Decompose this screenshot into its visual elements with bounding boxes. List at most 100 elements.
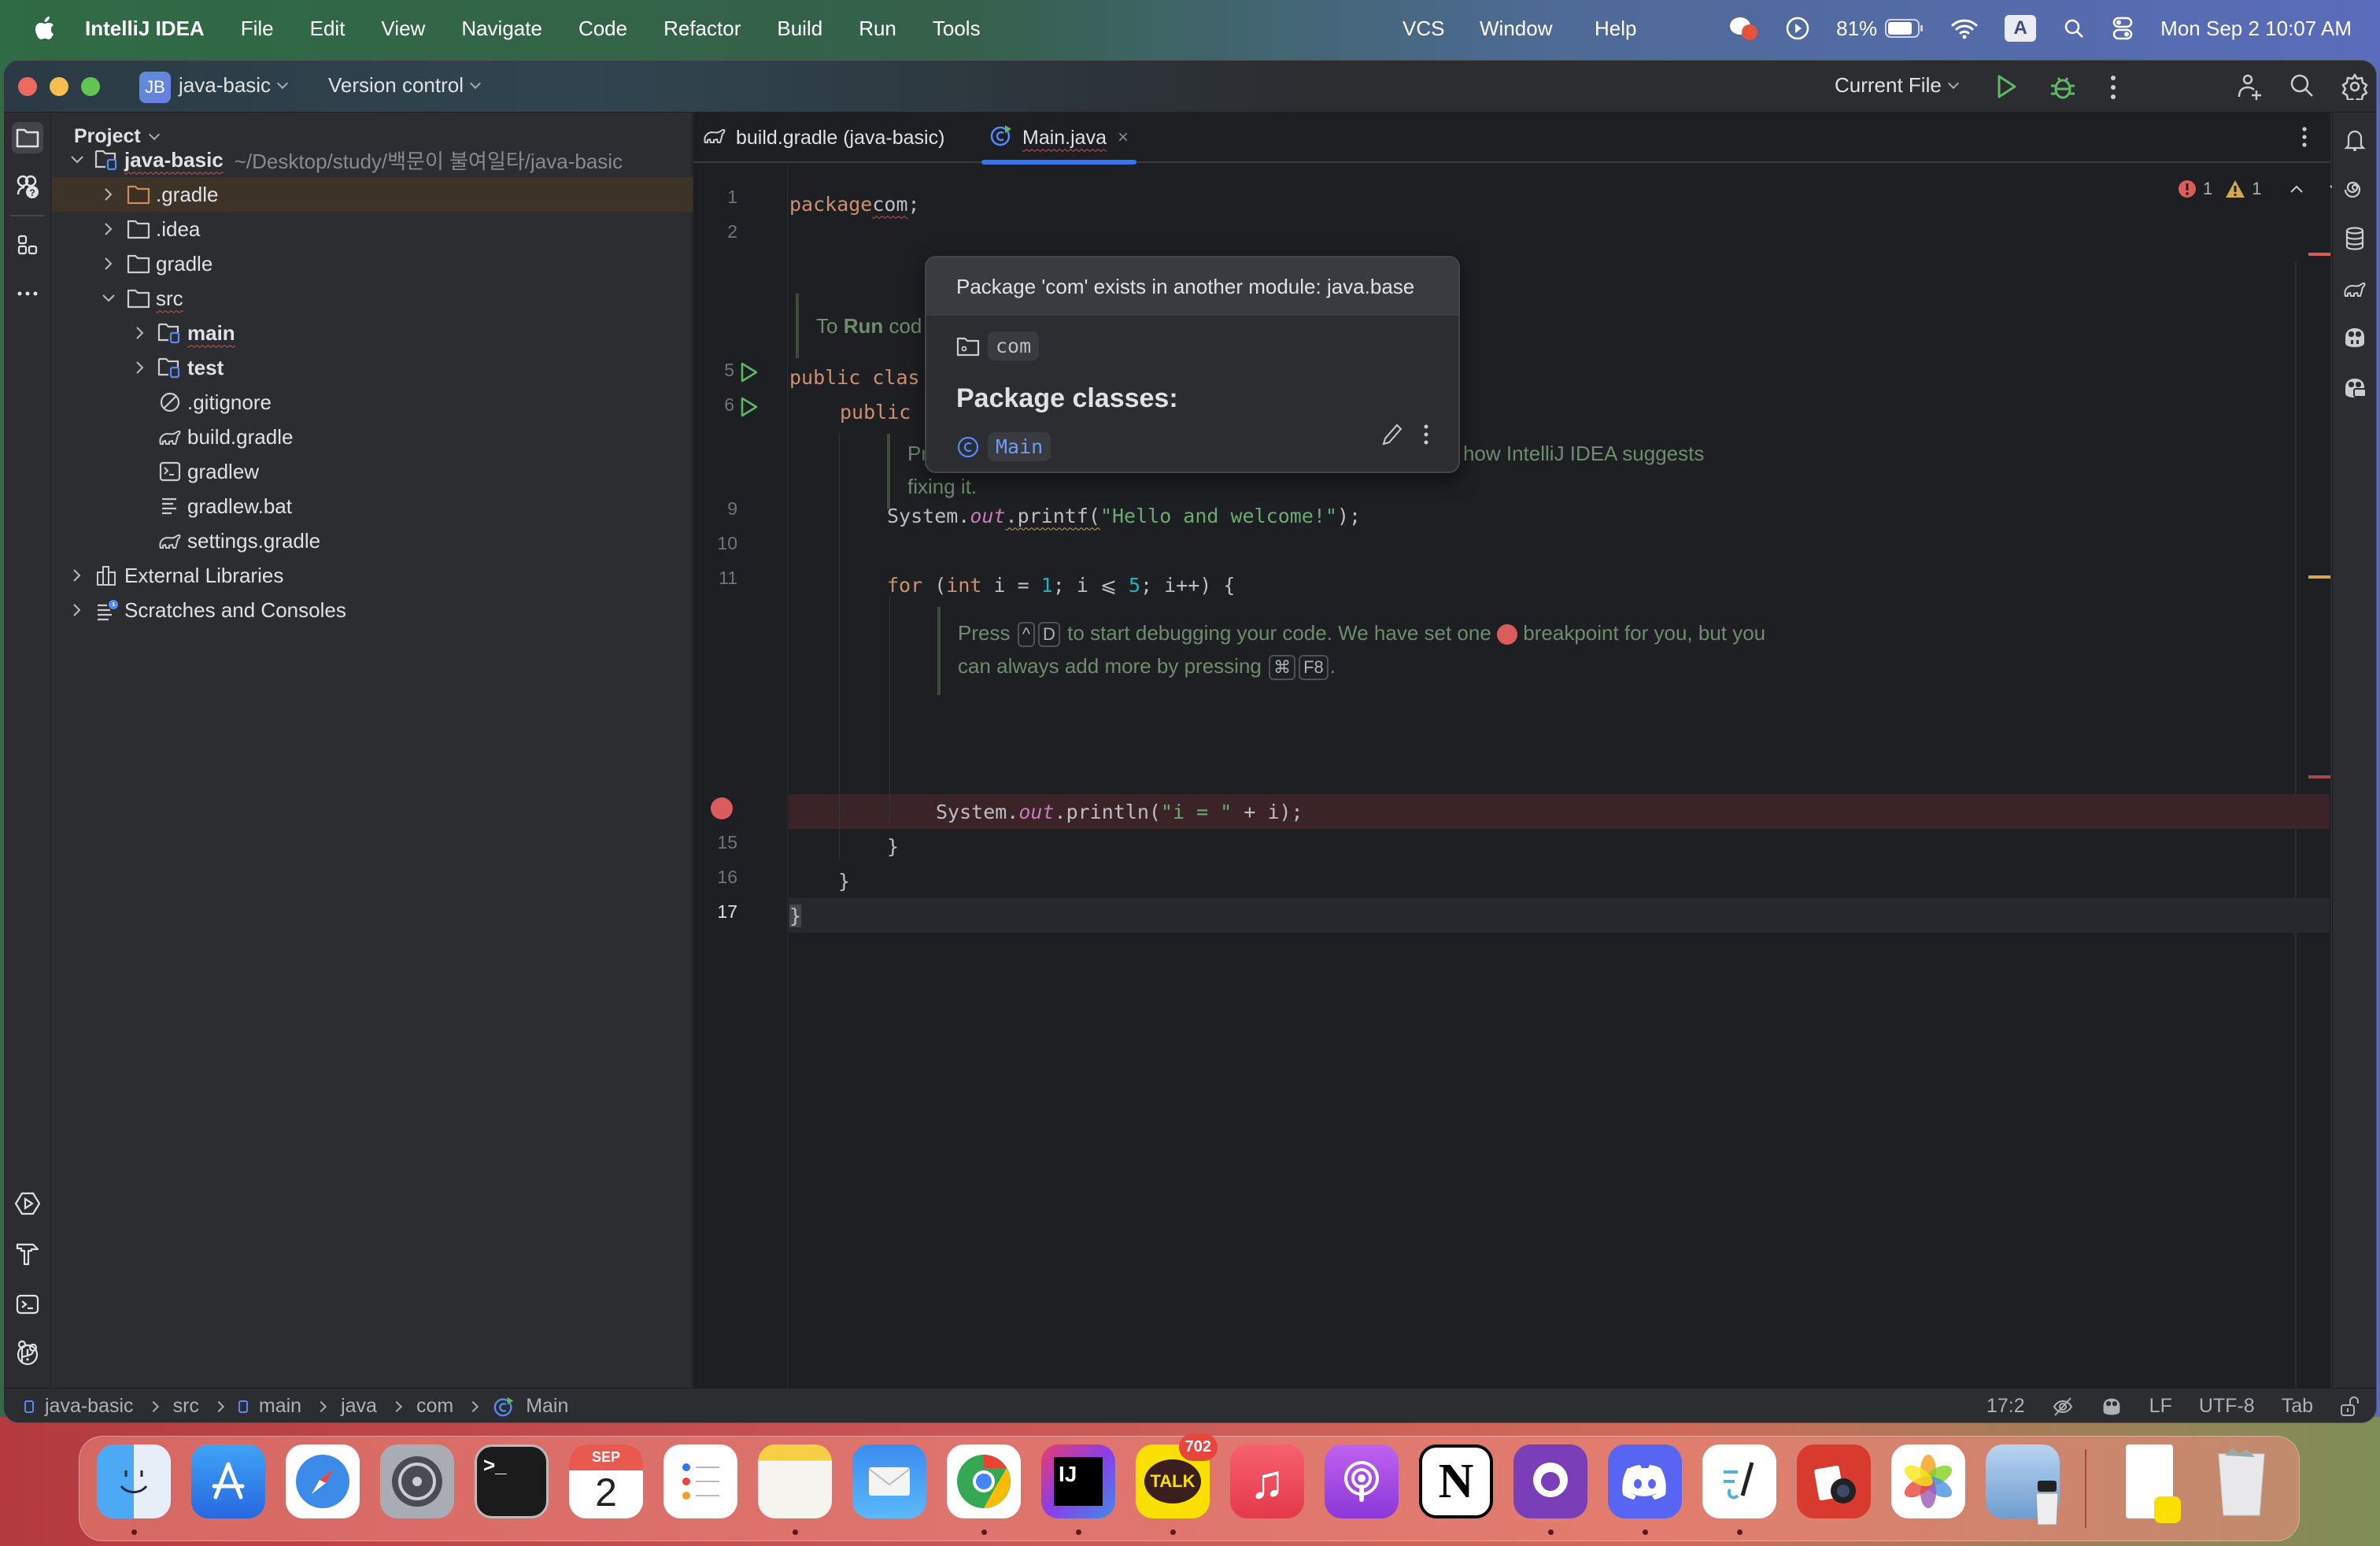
breadcrumb-item[interactable]: main — [259, 1395, 301, 1418]
dock-safari[interactable] — [286, 1444, 360, 1518]
breadcrumb-item[interactable]: src — [173, 1395, 199, 1418]
tree-item[interactable]: .gradle — [52, 177, 693, 212]
breadcrumb-item[interactable]: java — [341, 1395, 377, 1418]
menu-vcs[interactable]: VCS — [1402, 17, 1444, 41]
build-hammer-icon[interactable] — [12, 1238, 43, 1270]
menubar-clock[interactable]: Mon Sep 2 10:07 AM — [2160, 17, 2352, 41]
project-tool-icon[interactable] — [12, 122, 43, 153]
control-center-icon[interactable] — [2112, 17, 2134, 40]
close-window-button[interactable] — [18, 77, 37, 96]
run-config-selector[interactable]: Current File — [1835, 73, 1959, 98]
learn-tool-icon[interactable]: ? — [12, 171, 43, 202]
chevron-right-icon[interactable] — [101, 256, 116, 272]
run-gutter-icon[interactable] — [739, 361, 759, 387]
dock-kakaotalk-window[interactable] — [2126, 1444, 2181, 1523]
tab-build-gradle[interactable]: build.gradle (java-basic) — [703, 113, 944, 163]
more-actions-icon[interactable] — [2108, 73, 2118, 105]
dock-github-desktop[interactable] — [1513, 1444, 1587, 1518]
menu-tools[interactable]: Tools — [933, 17, 981, 41]
search-everywhere-icon[interactable] — [2289, 73, 2315, 102]
tree-item[interactable]: .idea — [52, 212, 693, 246]
dock-app-store[interactable] — [191, 1444, 265, 1518]
error-stripe-marker[interactable] — [2308, 253, 2330, 256]
menu-view[interactable]: View — [381, 17, 425, 41]
dock-freeform[interactable] — [1702, 1444, 1776, 1518]
dock-photos[interactable] — [1891, 1444, 1965, 1518]
tree-item[interactable]: gradlew — [52, 454, 693, 489]
chevron-right-icon[interactable] — [132, 325, 148, 341]
tree-item[interactable]: settings.gradle — [52, 523, 693, 558]
settings-gear-icon[interactable] — [2341, 73, 2368, 105]
indent-setting[interactable]: Tab — [2282, 1395, 2313, 1418]
database-icon[interactable] — [2339, 223, 2371, 254]
dock-podcasts[interactable] — [1325, 1444, 1399, 1518]
gradle-tool-icon[interactable] — [2339, 273, 2371, 305]
tree-item[interactable]: main — [52, 316, 693, 350]
dock-trash[interactable] — [2204, 1444, 2278, 1518]
git-tool-icon[interactable] — [12, 1336, 43, 1367]
menu-build[interactable]: Build — [777, 17, 822, 41]
menu-edit[interactable]: Edit — [310, 17, 346, 41]
chevron-right-icon[interactable] — [101, 187, 116, 202]
menu-file[interactable]: File — [241, 17, 274, 41]
ai-assistant-spiral-icon[interactable] — [2339, 174, 2371, 205]
spotlight-search-icon[interactable] — [2063, 17, 2085, 39]
terminal-tool-icon[interactable] — [12, 1289, 43, 1320]
breadcrumb-item[interactable]: java-basic — [45, 1395, 134, 1418]
tree-item[interactable]: build.gradle — [52, 420, 693, 454]
menu-navigate[interactable]: Navigate — [461, 17, 542, 41]
breadcrumb-item[interactable]: com — [416, 1395, 453, 1418]
vcs-selector[interactable]: Version control — [328, 73, 482, 98]
debug-button[interactable] — [2049, 72, 2077, 105]
tree-item[interactable]: Scratches and Consoles — [52, 593, 693, 627]
minimize-window-button[interactable] — [50, 77, 68, 96]
project-selector[interactable]: java-basic — [179, 73, 289, 98]
tree-item[interactable]: gradlew.bat — [52, 489, 693, 523]
dock-notes[interactable] — [758, 1444, 832, 1518]
dock-preview[interactable] — [1986, 1444, 2060, 1526]
tab-main-java[interactable]: Main.java × — [981, 113, 1137, 165]
code-with-me-icon[interactable] — [2236, 73, 2263, 105]
input-source-indicator[interactable]: A — [2005, 15, 2037, 42]
dock-calendar[interactable]: SEP 2 — [569, 1444, 643, 1518]
popup-more-icon[interactable] — [1422, 423, 1430, 450]
reader-mode-off-icon[interactable] — [2052, 1396, 2074, 1418]
line-ending[interactable]: LF — [2149, 1395, 2172, 1418]
chevron-right-icon[interactable] — [101, 221, 116, 237]
tree-item[interactable]: test — [52, 350, 693, 385]
dock-notion[interactable]: N — [1419, 1444, 1493, 1518]
breakpoint-stripe-marker[interactable] — [2308, 775, 2330, 779]
run-gutter-icon[interactable] — [739, 396, 759, 422]
caret-position[interactable]: 17:2 — [1986, 1395, 2025, 1418]
tree-item[interactable]: External Libraries — [52, 558, 693, 593]
breakpoint-icon[interactable] — [711, 797, 733, 819]
chevron-right-icon[interactable] — [69, 602, 85, 618]
structure-tool-icon[interactable] — [12, 229, 43, 261]
warning-stripe-marker[interactable] — [2308, 575, 2330, 579]
class-link[interactable]: Main — [988, 432, 1051, 461]
dock-intellij[interactable]: IJ — [1041, 1444, 1115, 1518]
menu-code[interactable]: Code — [578, 17, 627, 41]
tree-item[interactable]: gradle — [52, 246, 693, 281]
tree-item[interactable]: .gitignore — [52, 385, 693, 420]
more-tools-icon[interactable] — [12, 278, 43, 309]
dock-mail[interactable] — [852, 1444, 926, 1518]
chevron-down-icon[interactable] — [101, 290, 116, 306]
chevron-right-icon[interactable] — [132, 360, 148, 375]
menu-window[interactable]: Window — [1480, 17, 1552, 41]
zoom-window-button[interactable] — [81, 77, 100, 96]
copilot-chat-icon[interactable] — [2339, 372, 2371, 404]
copilot-icon[interactable] — [2339, 322, 2371, 353]
tree-item[interactable]: src — [52, 281, 693, 316]
dock-terminal[interactable]: >_ — [475, 1444, 549, 1518]
project-badge[interactable]: JB — [139, 72, 171, 103]
media-play-icon[interactable] — [1786, 17, 1809, 40]
dock-photo-booth[interactable] — [1797, 1444, 1871, 1518]
dock-reminders[interactable] — [663, 1444, 737, 1518]
menu-help[interactable]: Help — [1595, 17, 1636, 41]
menu-run[interactable]: Run — [859, 17, 896, 41]
services-tool-icon[interactable] — [12, 1188, 43, 1219]
chevron-right-icon[interactable] — [69, 568, 85, 583]
dock-system-settings[interactable] — [380, 1444, 454, 1518]
menu-app-name[interactable]: IntelliJ IDEA — [85, 17, 205, 41]
